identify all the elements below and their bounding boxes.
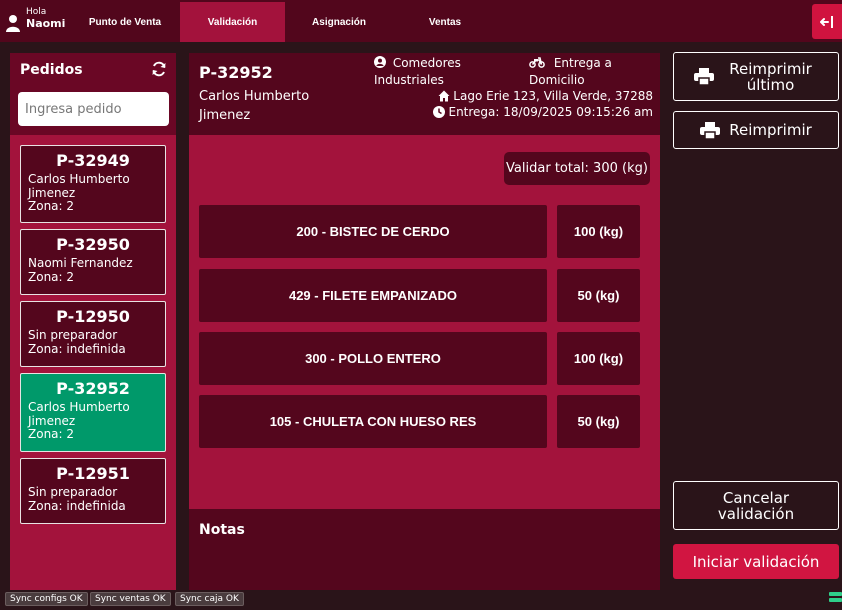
delivery-type: Entrega a Domicilio [529, 55, 649, 89]
order-card-zone: Zona: 2 [28, 199, 75, 213]
delivery-address: Lago Erie 123, Villa Verde, 37288 [438, 89, 653, 103]
connection-status-icon [829, 592, 842, 604]
delivery-time: Entrega: 18/09/2025 09:15:26 am [433, 105, 653, 119]
order-card-line: Carlos Humberto [28, 172, 130, 186]
orders-list: P-32949 Carlos Humberto Jimenez Zona: 2 … [10, 135, 176, 590]
order-card[interactable]: P-12950 Sin preparador Zona: indefinida [20, 301, 166, 367]
printer-icon [700, 121, 721, 139]
sync-sales-status: Sync ventas OK [90, 592, 171, 606]
start-validation-button[interactable]: Iniciar validación [673, 544, 839, 579]
validate-total-badge: Validar total: 300 (kg) [504, 152, 650, 185]
delivery-time-text: Entrega: 18/09/2025 09:15:26 am [448, 105, 653, 119]
delivery-address-text: Lago Erie 123, Villa Verde, 37288 [453, 89, 653, 103]
products-area: Validar total: 300 (kg) 200 - BISTEC DE … [189, 135, 660, 509]
orders-panel-header: Pedidos [10, 53, 176, 135]
motorcycle-icon [529, 57, 545, 68]
product-name[interactable]: 300 - POLLO ENTERO [199, 332, 547, 385]
user-circle-icon [374, 56, 386, 68]
order-card-selected[interactable]: P-32952 Carlos Humberto Jimenez Zona: 2 [20, 373, 166, 452]
order-detail-panel: P-32952 Carlos Humberto Jimenez Comedore… [189, 53, 660, 590]
order-card-id: P-32952 [56, 379, 130, 398]
sync-cash-status: Sync caja OK [175, 592, 244, 606]
user-icon [6, 15, 20, 32]
product-quantity: 100 (kg) [557, 332, 640, 385]
printer-icon [694, 68, 714, 85]
order-card-zone: Zona: 2 [28, 427, 75, 441]
order-card-line: Sin preparador [28, 485, 118, 499]
tab-asignacion[interactable]: Asignación [296, 2, 382, 42]
order-card[interactable]: P-32950 Naomi Fernandez Zona: 2 [20, 229, 166, 295]
product-quantity: 50 (kg) [557, 269, 640, 322]
refresh-icon[interactable] [151, 61, 167, 77]
reprint-button[interactable]: Reimprimir [673, 111, 839, 149]
order-card-line: Naomi Fernandez [28, 256, 133, 270]
reprint-label: Reimprimir [729, 121, 812, 139]
tab-validacion[interactable]: Validación [180, 2, 285, 42]
order-card-zone: Zona: indefinida [28, 498, 126, 513]
orders-panel: Pedidos P-32949 Carlos Humberto Jimenez … [10, 53, 176, 590]
customer-segment: Comedores Industriales [374, 55, 494, 89]
clock-icon [433, 106, 446, 118]
notes-section: Notas [189, 509, 660, 590]
user-name: Naomi [26, 17, 66, 30]
sync-configs-status: Sync configs OK [5, 592, 88, 606]
product-name[interactable]: 429 - FILETE EMPANIZADO [199, 269, 547, 322]
order-card[interactable]: P-12951 Sin preparador Zona: indefinida [20, 458, 166, 524]
order-card[interactable]: P-32949 Carlos Humberto Jimenez Zona: 2 [20, 145, 166, 223]
order-card-line: Jimenez [28, 185, 76, 200]
order-card-id: P-32949 [56, 151, 130, 170]
order-card-id: P-12951 [56, 464, 130, 483]
home-icon [438, 90, 450, 102]
product-quantity: 50 (kg) [557, 395, 640, 448]
order-card-line: Carlos Humberto [28, 400, 130, 414]
logout-icon [820, 15, 833, 28]
order-card-line: Jimenez [28, 413, 76, 428]
customer-segment-text: Comedores Industriales [374, 56, 461, 87]
orders-title: Pedidos [20, 62, 83, 78]
logout-button[interactable] [812, 4, 842, 39]
order-detail-header: P-32952 Carlos Humberto Jimenez Comedore… [189, 53, 660, 135]
cancel-validation-button[interactable]: Cancelar validación [673, 481, 839, 530]
tab-punto-de-venta[interactable]: Punto de Venta [78, 2, 172, 42]
order-card-id: P-12950 [56, 307, 130, 326]
customer-name: Carlos Humberto Jimenez [199, 89, 310, 123]
greeting-text: Hola [26, 7, 47, 17]
order-card-zone: Zona: indefinida [28, 341, 126, 356]
order-card-zone: Zona: 2 [28, 269, 75, 284]
tab-ventas[interactable]: Ventas [404, 2, 486, 42]
notes-label: Notas [199, 522, 245, 538]
product-quantity: 100 (kg) [557, 205, 640, 258]
product-name[interactable]: 105 - CHULETA CON HUESO RES [199, 395, 547, 448]
user-greeting: Hola Naomi [6, 8, 65, 34]
order-number: P-32952 [199, 63, 273, 82]
order-search-input[interactable] [18, 92, 169, 126]
order-card-id: P-32950 [56, 235, 130, 254]
top-nav-bar: Hola Naomi Punto de Venta Validación Asi… [0, 0, 842, 42]
order-card-line: Sin preparador [28, 328, 118, 342]
cancel-validation-label: Cancelar validación [717, 488, 795, 523]
reprint-last-label: Reimprimir último [729, 59, 812, 94]
product-name[interactable]: 200 - BISTEC DE CERDO [199, 205, 547, 258]
reprint-last-button[interactable]: Reimprimir último [673, 52, 839, 101]
